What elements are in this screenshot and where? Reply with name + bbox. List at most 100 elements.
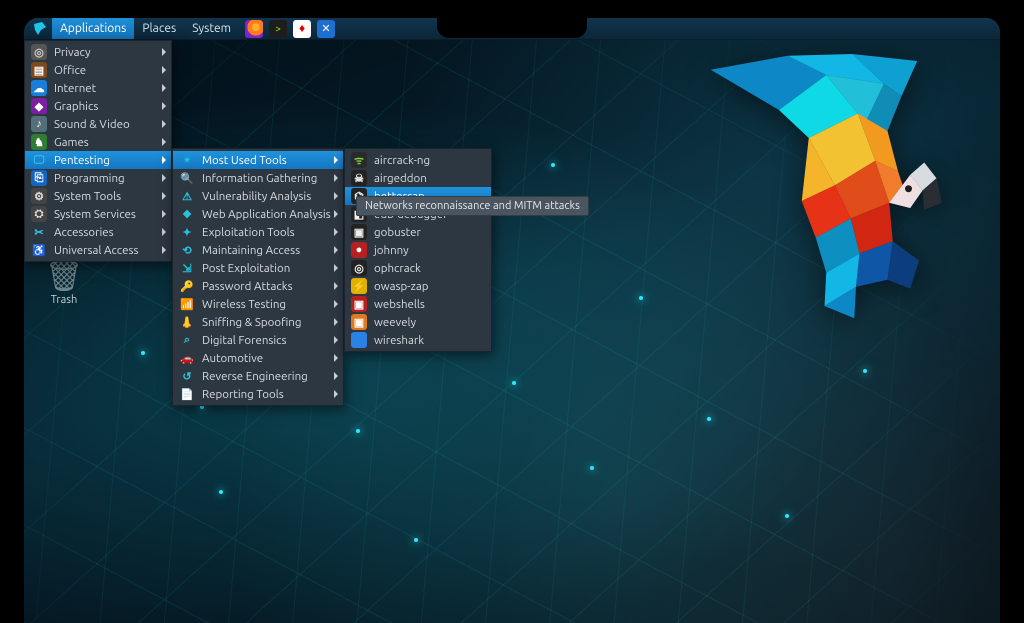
- launcher-firefox[interactable]: [245, 20, 263, 38]
- tools-submenu-item-icon: ⚡: [351, 278, 367, 294]
- applications-menu-item[interactable]: ♪ Sound & Video: [25, 115, 171, 133]
- tools-submenu-item[interactable]: ▣weevely: [345, 313, 491, 331]
- applications-menu-item-icon: ♞: [31, 134, 47, 150]
- submenu-arrow-icon: [162, 228, 166, 236]
- submenu-arrow-icon: [162, 102, 166, 110]
- pentesting-submenu-item-label: Most Used Tools: [202, 154, 287, 167]
- applications-menu-item[interactable]: ♿Universal Access: [25, 241, 171, 259]
- panel-menu-system[interactable]: System: [184, 18, 239, 39]
- applications-menu-item[interactable]: ☁Internet: [25, 79, 171, 97]
- applications-menu-item-label: Programming: [54, 172, 125, 185]
- pentesting-submenu-item-icon: ❖: [179, 206, 195, 222]
- pentesting-submenu-item-label: Wireless Testing: [202, 298, 286, 311]
- applications-menu-item-icon: ⎘: [31, 170, 47, 186]
- tools-submenu: ᯤaircrack-ng☠airgeddon⌬bettercap◧edb-deb…: [344, 148, 492, 352]
- applications-menu-item[interactable]: ♞ Games: [25, 133, 171, 151]
- pentesting-submenu-item[interactable]: ⇲ Post Exploitation: [173, 259, 343, 277]
- submenu-arrow-icon: [162, 138, 166, 146]
- launcher-geany[interactable]: ♦: [293, 20, 311, 38]
- applications-menu-item-icon: ⛭: [31, 206, 47, 222]
- tools-submenu-item[interactable]: ▣ gobuster: [345, 223, 491, 241]
- applications-menu-item-label: Universal Access: [54, 244, 138, 257]
- desktop-trash[interactable]: 🗑 Trash: [34, 258, 94, 306]
- tools-submenu-item[interactable]: ⚡ owasp-zap: [345, 277, 491, 295]
- pentesting-submenu-item-icon: ⌕: [179, 332, 195, 348]
- launcher-terminal[interactable]: >: [269, 20, 287, 38]
- applications-menu-item-label: Accessories: [54, 226, 114, 239]
- tools-submenu-item-label: webshells: [374, 298, 425, 311]
- submenu-arrow-icon: [334, 318, 338, 326]
- submenu-arrow-icon: [334, 264, 338, 272]
- pentesting-submenu-item[interactable]: 🔍Information Gathering: [173, 169, 343, 187]
- pentesting-submenu-item[interactable]: ⟲Maintaining Access: [173, 241, 343, 259]
- submenu-arrow-icon: [162, 66, 166, 74]
- panel-launchers: > ♦ ✕: [245, 20, 335, 38]
- submenu-arrow-icon: [162, 210, 166, 218]
- screen: Applications Places System > ♦ ✕ 🗑 Trash…: [24, 18, 1000, 623]
- pentesting-submenu-item[interactable]: ↺Reverse Engineering: [173, 367, 343, 385]
- submenu-arrow-icon: [334, 246, 338, 254]
- tools-submenu-item-label: airgeddon: [374, 172, 427, 185]
- applications-menu-item[interactable]: ◆Graphics: [25, 97, 171, 115]
- applications-menu-item[interactable]: ▤Office: [25, 61, 171, 79]
- submenu-arrow-icon: [162, 192, 166, 200]
- pentesting-submenu-item[interactable]: ✦Exploitation Tools: [173, 223, 343, 241]
- pentesting-submenu-item[interactable]: 🔑Password Attacks: [173, 277, 343, 295]
- panel-menu-label: System: [192, 22, 231, 35]
- tools-submenu-item[interactable]: ▣ webshells: [345, 295, 491, 313]
- pentesting-submenu-item[interactable]: 👃Sniffing & Spoofing: [173, 313, 343, 331]
- pentesting-submenu-item-label: Post Exploitation: [202, 262, 290, 275]
- applications-menu-item-icon: ♪: [31, 116, 47, 132]
- tools-submenu-item[interactable]: wireshark: [345, 331, 491, 349]
- submenu-arrow-icon: [162, 48, 166, 56]
- tools-submenu-item-label: owasp-zap: [374, 280, 429, 293]
- tools-submenu-item[interactable]: ◎ophcrack: [345, 259, 491, 277]
- applications-menu-item-label: Graphics: [54, 100, 98, 113]
- applications-menu-item-icon: ⚙: [31, 188, 47, 204]
- submenu-arrow-icon: [334, 174, 338, 182]
- panel-menu-places[interactable]: Places: [134, 18, 184, 39]
- tools-submenu-item[interactable]: ●johnny: [345, 241, 491, 259]
- tools-submenu-item-icon: ▣: [351, 224, 367, 240]
- tools-submenu-item[interactable]: ᯤaircrack-ng: [345, 151, 491, 169]
- applications-menu-item-label: System Services: [54, 208, 136, 221]
- pentesting-submenu-item-icon: ✦: [179, 224, 195, 240]
- pentesting-submenu-item[interactable]: ⭑ Most Used Tools: [173, 151, 343, 169]
- pentesting-submenu-item[interactable]: ⌕Digital Forensics: [173, 331, 343, 349]
- pentesting-submenu-item-icon: 🔑: [179, 278, 195, 294]
- applications-menu-item[interactable]: ⎘ Programming: [25, 169, 171, 187]
- pentesting-submenu-item[interactable]: 🚗Automotive: [173, 349, 343, 367]
- pentesting-submenu-item-icon: ⭑: [179, 152, 195, 168]
- tools-submenu-item[interactable]: ☠airgeddon: [345, 169, 491, 187]
- pentesting-submenu-item-label: Web Application Analysis: [202, 208, 331, 221]
- tools-submenu-item-label: gobuster: [374, 226, 421, 239]
- panel-menu-applications[interactable]: Applications: [52, 18, 134, 39]
- applications-menu-item[interactable]: ✂ Accessories: [25, 223, 171, 241]
- submenu-arrow-icon: [334, 228, 338, 236]
- launcher-vscode[interactable]: ✕: [317, 20, 335, 38]
- pentesting-submenu-item[interactable]: 📄Reporting Tools: [173, 385, 343, 403]
- applications-menu-item-icon: ✂: [31, 224, 47, 240]
- applications-menu-item-icon: ◎: [31, 44, 47, 60]
- applications-menu-item-label: Games: [54, 136, 89, 149]
- pentesting-submenu-item[interactable]: ❖ Web Application Analysis: [173, 205, 343, 223]
- applications-menu-item[interactable]: ⛭ System Services: [25, 205, 171, 223]
- applications-menu-item-label: System Tools: [54, 190, 121, 203]
- applications-menu-item-icon: 🖵: [31, 152, 47, 168]
- applications-menu-item-label: Sound & Video: [54, 118, 130, 131]
- applications-menu-item[interactable]: ⚙ System Tools: [25, 187, 171, 205]
- tools-submenu-item-icon: ▣: [351, 296, 367, 312]
- applications-menu-item[interactable]: ◎Privacy: [25, 43, 171, 61]
- pentesting-submenu-item[interactable]: ⚠Vulnerability Analysis: [173, 187, 343, 205]
- pentesting-submenu-item-label: Sniffing & Spoofing: [202, 316, 301, 329]
- webcam-notch: [437, 18, 587, 38]
- pentesting-submenu-item[interactable]: 📶Wireless Testing: [173, 295, 343, 313]
- tools-submenu-item-icon: ●: [351, 242, 367, 258]
- pentesting-submenu-item-icon: ⇲: [179, 260, 195, 276]
- submenu-arrow-icon: [162, 120, 166, 128]
- tools-submenu-item-icon: [351, 332, 367, 348]
- applications-menu-item[interactable]: 🖵Pentesting: [25, 151, 171, 169]
- panel-logo[interactable]: [28, 18, 52, 39]
- pentesting-submenu-item-icon: 🔍: [179, 170, 195, 186]
- pentesting-submenu-item-label: Vulnerability Analysis: [202, 190, 311, 203]
